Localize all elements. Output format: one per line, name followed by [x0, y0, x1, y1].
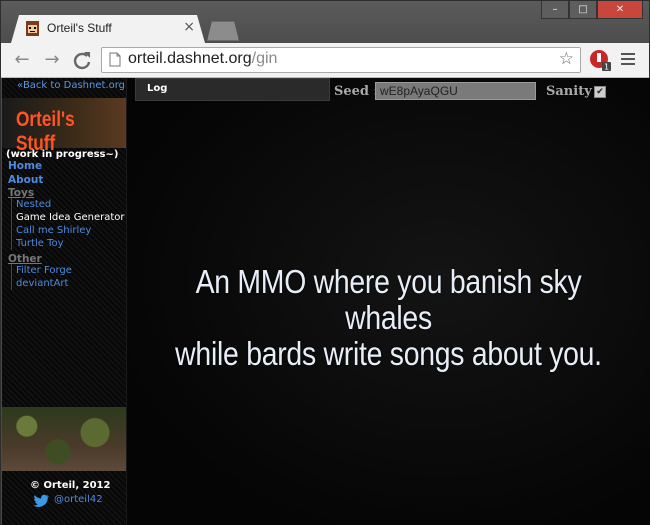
close-window-button[interactable]: ✕ [597, 1, 643, 19]
reload-icon[interactable] [71, 49, 93, 71]
twitter-bird-icon[interactable] [33, 494, 50, 508]
twitter-handle-link[interactable]: @orteil42 [54, 494, 103, 505]
seed-input[interactable] [375, 82, 536, 100]
tab-close-icon[interactable]: × [183, 19, 195, 35]
other-list: Filter Forge deviantArt [11, 264, 72, 290]
browser-menu-icon[interactable] [621, 53, 635, 68]
game-idea-text: An MMO where you banish sky whales while… [164, 264, 614, 372]
page-content: «Back to Dashnet.org Orteil's Stuff (wor… [2, 78, 650, 525]
seed-label: Seed : [334, 84, 379, 99]
sidebar-artwork [2, 407, 126, 471]
toy-nested-link[interactable]: Nested [16, 198, 125, 211]
toy-game-idea-generator-link[interactable]: Game Idea Generator [16, 211, 125, 224]
toy-call-me-shirley-link[interactable]: Call me Shirley [16, 224, 125, 237]
browser-toolbar: ← → orteil.dashnet.org/gin ☆ 1 [1, 43, 649, 78]
new-tab-button[interactable] [207, 21, 239, 41]
orteil-favicon-icon [25, 21, 40, 36]
extension-stop-icon[interactable]: 1 [588, 48, 612, 72]
site-logo[interactable]: Orteil's Stuff [2, 98, 126, 155]
extension-badge: 1 [604, 63, 609, 72]
sanity-label: Sanity : [546, 84, 602, 99]
url-host: orteil.dashnet.org [128, 50, 252, 67]
game-idea-line-1: An MMO where you banish sky whales [195, 263, 582, 336]
title-bar: Orteil's Stuff × – □ ✕ [1, 1, 649, 43]
url-text: orteil.dashnet.org/gin [128, 50, 277, 68]
url-path: /gin [251, 50, 278, 67]
sanity-checkbox[interactable]: ✔ [594, 86, 606, 98]
window-controls: – □ ✕ [541, 1, 643, 19]
other-filter-forge-link[interactable]: Filter Forge [16, 264, 72, 277]
bookmark-star-icon[interactable]: ☆ [559, 49, 574, 69]
sidebar: «Back to Dashnet.org Orteil's Stuff (wor… [2, 78, 127, 525]
back-to-dashnet-link[interactable]: «Back to Dashnet.org [17, 80, 125, 91]
checkmark-icon: ✔ [596, 87, 604, 97]
tab-title: Orteil's Stuff [47, 21, 112, 35]
address-bar[interactable]: orteil.dashnet.org/gin ☆ [101, 47, 581, 73]
work-in-progress-note: (work in progress~) [6, 149, 119, 160]
log-label: Log [147, 83, 168, 94]
log-panel[interactable]: Log [135, 78, 330, 101]
other-deviantart-link[interactable]: deviantArt [16, 277, 72, 290]
nav-about-link[interactable]: About [8, 174, 43, 186]
minimize-button[interactable]: – [541, 1, 569, 19]
toy-turtle-toy-link[interactable]: Turtle Toy [16, 237, 125, 250]
forward-arrow-icon[interactable]: → [41, 49, 63, 71]
tab-orteils-stuff[interactable]: Orteil's Stuff × [11, 15, 205, 43]
page-icon [109, 52, 121, 67]
generator-main: Log Seed : Sanity : ✔ An MMO where you b… [127, 78, 650, 525]
game-idea-line-2: while bards write songs about you. [175, 335, 602, 372]
nav-home-link[interactable]: Home [8, 160, 42, 172]
back-arrow-icon[interactable]: ← [11, 49, 33, 71]
browser-window: Orteil's Stuff × – □ ✕ ← → orteil.dashne… [0, 0, 650, 525]
maximize-button[interactable]: □ [569, 1, 597, 19]
toys-list: Nested Game Idea Generator Call me Shirl… [11, 198, 125, 250]
copyright-text: © Orteil, 2012 [30, 480, 111, 491]
